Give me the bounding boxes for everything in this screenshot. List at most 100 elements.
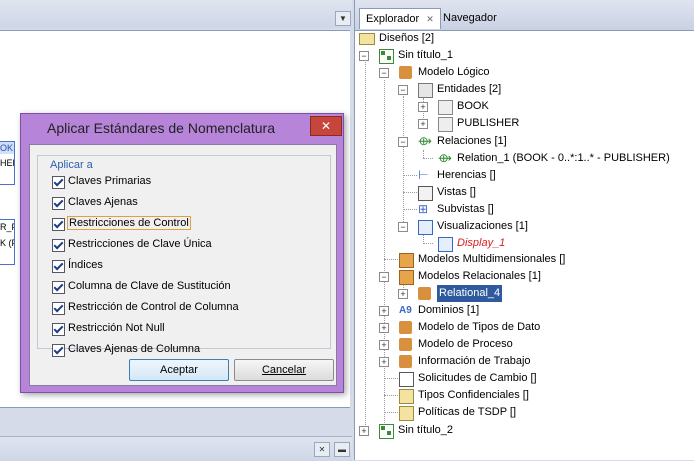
expand-icon[interactable]: + [379,323,389,333]
tree-node-label: Sin título_1 [398,49,454,61]
collapse-icon[interactable]: − [398,85,408,95]
tab-label: Explorador [366,13,420,25]
tab-list-dropdown-button[interactable]: ▼ [335,11,351,26]
explorer-tab-strip: Explorador ✕ Navegador [355,0,694,31]
expand-icon[interactable]: + [379,340,389,350]
tree-node-label: Relaciones [1] [437,135,507,147]
checkbox-claves-ajenas[interactable] [52,197,65,210]
close-tab-icon[interactable]: ✕ [426,14,434,24]
tree-node-label: Herencias [] [437,169,496,181]
checkbox-restricciones-control[interactable] [52,218,65,231]
checkbox-label: Restricción Not Null [68,322,165,334]
tree-connector [365,58,366,431]
checkbox-restriccion-control-columna[interactable] [52,302,65,315]
collapse-icon[interactable]: − [379,68,389,78]
checkbox-restricciones-clave-unica[interactable] [52,239,65,252]
cancel-button-label: Cancelar [261,364,307,376]
checkbox-label: Restricción de Control de Columna [68,301,239,313]
checkbox-restriccion-not-null[interactable] [52,323,65,336]
tree-connector [403,192,417,193]
dialog-title-bar[interactable]: Aplicar Estándares de Nomenclatura ✕ [21,114,343,142]
tree-connector [423,234,424,242]
checkbox-claves-primarias[interactable] [52,176,65,189]
accept-button-label: Aceptar [160,364,198,376]
fragment-text: R_PU [0,222,14,232]
checkbox-label: Claves Ajenas de Columna [68,343,201,355]
diagram-table-fragment[interactable]: R_PU K (PU [0,219,15,265]
tree-node-label: Vistas [] [437,186,476,198]
checkbox-claves-ajenas-columna[interactable] [52,344,65,357]
process-model-icon [399,338,412,351]
relational-model-icon [418,287,431,300]
accept-button[interactable]: Aceptar [129,359,229,381]
tree-connector [384,395,398,396]
business-info-icon [399,355,412,368]
model-icon [399,66,412,79]
tree-node-label: Modelo Lógico [418,66,490,78]
checkbox-label: Claves Ajenas [68,196,138,208]
collapse-icon[interactable]: − [379,272,389,282]
tree-connector [403,209,417,210]
design-icon [379,424,394,439]
tree-node-label: Display_1 [457,237,506,249]
explorer-pane: Explorador ✕ Navegador Diseños [2] − Sin… [354,0,694,460]
bottom-panel-header: ✕ ▬ [0,436,352,461]
tree-node-label: Modelo de Proceso [418,338,513,350]
tree-connector [403,96,404,226]
domains-icon: A9 [399,305,412,316]
design-icon [379,49,394,64]
tab-navegador[interactable]: Navegador [437,8,503,28]
checkbox-label: Columna de Clave de Sustitución [68,280,231,292]
cancel-button[interactable]: Cancelar [234,359,334,381]
tab-explorador[interactable]: Explorador ✕ [359,8,441,29]
tree-connector [384,259,398,260]
tree-connector [384,412,398,413]
relational-models-icon [399,270,414,285]
checkbox-label-focused: Restricciones de Control [67,216,191,230]
tree-node-label: Sin título_2 [398,424,454,436]
sensitive-types-icon [399,389,414,404]
tree-node-label: Modelos Multidimensionales [] [418,253,566,265]
checkbox-columna-clave-sustitucion[interactable] [52,281,65,294]
tree-node-label-selected: Relational_4 [437,285,503,302]
relation-icon: ⟴ [438,151,452,165]
inheritance-icon: ⊢ [418,168,429,182]
expand-icon[interactable]: + [379,306,389,316]
checkbox-label: Restricciones de Clave Única [68,238,212,250]
close-x-icon[interactable]: ✕ [314,442,330,457]
tree-connector [384,378,398,379]
expand-icon[interactable]: + [359,426,369,436]
collapse-icon[interactable]: − [398,137,408,147]
tree-node-label: Políticas de TSDP [] [418,406,517,418]
expand-icon[interactable]: + [398,289,408,299]
datatype-model-icon [399,321,412,334]
tree-connector [423,158,433,159]
entities-icon [418,83,433,98]
tree-node-label: Modelo de Tipos de Dato [418,321,541,333]
tree-node-label: Tipos Confidenciales [] [418,389,529,401]
checkbox-indices[interactable] [52,260,65,273]
collapse-icon[interactable]: − [359,51,369,61]
tree-node-label: Entidades [2] [437,83,502,95]
minimize-icon[interactable]: ▬ [334,442,350,457]
tree-connector [423,150,424,158]
tree-node-label: PUBLISHER [457,117,520,129]
tree-node-label: Modelos Relacionales [1] [418,270,541,282]
expand-icon[interactable]: + [379,357,389,367]
collapse-icon[interactable]: − [398,222,408,232]
diagram-entity-fragment[interactable]: OK HER [0,141,15,185]
tree-node-label: Dominios [1] [418,304,480,316]
expand-icon[interactable]: + [418,119,428,129]
tree-node-label: Solicitudes de Cambio [] [418,372,537,384]
dialog-title: Aplicar Estándares de Nomenclatura [47,120,276,136]
naming-standards-dialog: Aplicar Estándares de Nomenclatura ✕ Apl… [20,113,344,393]
view-icon [418,186,433,201]
fragment-text: K (PU [0,238,14,248]
close-icon[interactable]: ✕ [310,116,342,136]
tree-node-label: BOOK [457,100,489,112]
subview-icon: ⊞ [418,202,429,216]
tree-connector [423,243,433,244]
expand-icon[interactable]: + [418,102,428,112]
entity-icon [438,100,453,115]
checkbox-label: Índices [68,259,103,271]
